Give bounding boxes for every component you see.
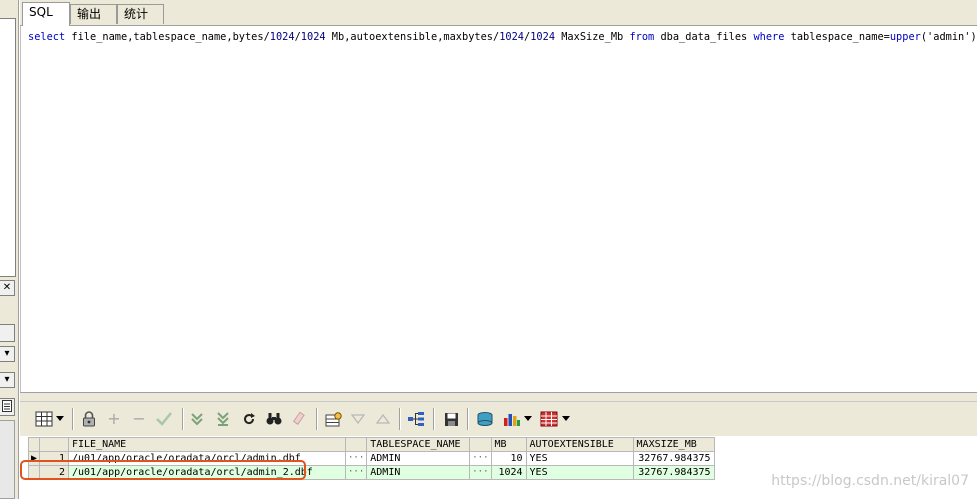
table-icon[interactable] bbox=[539, 409, 559, 429]
lock-icon[interactable] bbox=[80, 409, 98, 429]
tablespace-name-cell[interactable]: ADMIN bbox=[366, 451, 471, 466]
sql-token: file_name,tablespace_name,bytes/ bbox=[65, 31, 270, 43]
refresh-icon[interactable] bbox=[241, 409, 257, 429]
sql-token: MaxSize_Mb bbox=[555, 31, 630, 43]
column-header[interactable]: MB bbox=[490, 437, 527, 452]
ellipsis-button[interactable]: ··· bbox=[344, 451, 368, 466]
sql-editor[interactable]: select file_name,tablespace_name,bytes/1… bbox=[20, 26, 977, 392]
sql-token: 1024 bbox=[530, 31, 556, 43]
tree-icon[interactable] bbox=[406, 409, 426, 429]
sql-token: 1024 bbox=[499, 31, 525, 43]
left-side-panel: ✕ ▾ ▾ bbox=[0, 0, 19, 499]
sql-token: 1024 bbox=[300, 31, 326, 43]
tab-statistics[interactable]: 统计 bbox=[117, 4, 164, 24]
tab-bar: SQL 输出 统计 bbox=[20, 0, 977, 26]
ellipsis-button[interactable]: ··· bbox=[344, 465, 368, 480]
sql-token: dba_data_files bbox=[654, 31, 754, 43]
column-header[interactable]: TABLESPACE_NAME bbox=[366, 437, 471, 452]
header-spacer bbox=[469, 437, 492, 452]
autoextensible-cell[interactable]: YES bbox=[525, 451, 634, 466]
left-scrollbar[interactable] bbox=[0, 420, 15, 499]
sql-token: from bbox=[629, 31, 655, 43]
column-header[interactable]: AUTOEXTENSIBLE bbox=[525, 437, 634, 452]
mb-cell[interactable]: 10 bbox=[490, 451, 527, 466]
corner-cell bbox=[28, 437, 40, 452]
grid-view-icon[interactable] bbox=[34, 409, 54, 429]
maxsize-mb-cell[interactable]: 32767.984375 bbox=[632, 465, 715, 480]
save-icon[interactable] bbox=[442, 409, 460, 429]
sql-token: upper bbox=[889, 31, 921, 43]
header-spacer bbox=[344, 437, 368, 452]
toolbar-separator bbox=[316, 408, 317, 430]
delete-row-icon[interactable]: − bbox=[130, 409, 148, 429]
sql-token: tablespace_name= bbox=[784, 31, 890, 43]
tab-sql[interactable]: SQL bbox=[22, 2, 70, 26]
sql-token: ('admin'); bbox=[920, 31, 977, 43]
chart-icon[interactable] bbox=[502, 409, 522, 429]
close-icon[interactable]: ✕ bbox=[0, 280, 15, 296]
toolbar-separator bbox=[72, 408, 73, 430]
ellipsis-button[interactable]: ··· bbox=[469, 451, 492, 466]
highlight-annotation bbox=[20, 460, 306, 480]
post-changes-icon[interactable] bbox=[154, 409, 174, 429]
sql-token: Mb,autoextensible,maxbytes/ bbox=[325, 31, 500, 43]
mb-cell[interactable]: 1024 bbox=[490, 465, 527, 480]
find-icon[interactable] bbox=[265, 409, 283, 429]
maxsize-mb-cell[interactable]: 32767.984375 bbox=[632, 451, 715, 466]
sql-token: select bbox=[28, 31, 66, 43]
toolbar-separator bbox=[467, 408, 468, 430]
chevron-down-icon[interactable]: ▾ bbox=[0, 346, 15, 362]
toolbar-separator bbox=[182, 408, 183, 430]
dropdown-arrow-icon[interactable] bbox=[55, 409, 65, 429]
sql-statement[interactable]: select file_name,tablespace_name,bytes/1… bbox=[28, 31, 977, 43]
watermark: https://blog.csdn.net/kiral07 bbox=[771, 473, 969, 489]
add-row-icon[interactable]: + bbox=[105, 409, 123, 429]
document-icon[interactable] bbox=[0, 398, 15, 416]
filter-down-icon[interactable] bbox=[350, 409, 366, 429]
grid-toolbar: + − bbox=[20, 402, 977, 436]
toolbar-separator bbox=[433, 408, 434, 430]
sql-window: SQL 输出 统计 select file_name,tablespace_na… bbox=[20, 0, 977, 499]
left-input-box[interactable] bbox=[0, 324, 15, 342]
export-icon[interactable] bbox=[475, 409, 495, 429]
column-header[interactable]: MAXSIZE_MB bbox=[632, 437, 715, 452]
clear-icon[interactable] bbox=[290, 409, 308, 429]
column-header[interactable]: FILE_NAME bbox=[68, 437, 346, 452]
filter-up-icon[interactable] bbox=[375, 409, 391, 429]
ellipsis-button[interactable]: ··· bbox=[469, 465, 492, 480]
fetch-next-icon[interactable] bbox=[188, 409, 206, 429]
corner-cell bbox=[39, 437, 69, 452]
sql-token: 1024 bbox=[269, 31, 295, 43]
fetch-last-icon[interactable] bbox=[214, 409, 232, 429]
autoextensible-cell[interactable]: YES bbox=[525, 465, 634, 480]
tab-output[interactable]: 输出 bbox=[70, 4, 117, 24]
sql-token: where bbox=[753, 31, 785, 43]
query-by-example-icon[interactable] bbox=[324, 409, 344, 429]
dropdown-arrow-icon[interactable] bbox=[523, 409, 533, 429]
chevron-down-icon[interactable]: ▾ bbox=[0, 372, 15, 388]
splitter[interactable] bbox=[20, 392, 977, 402]
table-header-row: FILE_NAME TABLESPACE_NAME MB AUTOEXTENSI… bbox=[28, 437, 715, 452]
dropdown-arrow-icon[interactable] bbox=[561, 409, 571, 429]
tablespace-name-cell[interactable]: ADMIN bbox=[366, 465, 471, 480]
toolbar-separator bbox=[399, 408, 400, 430]
left-list-panel[interactable] bbox=[0, 18, 16, 277]
